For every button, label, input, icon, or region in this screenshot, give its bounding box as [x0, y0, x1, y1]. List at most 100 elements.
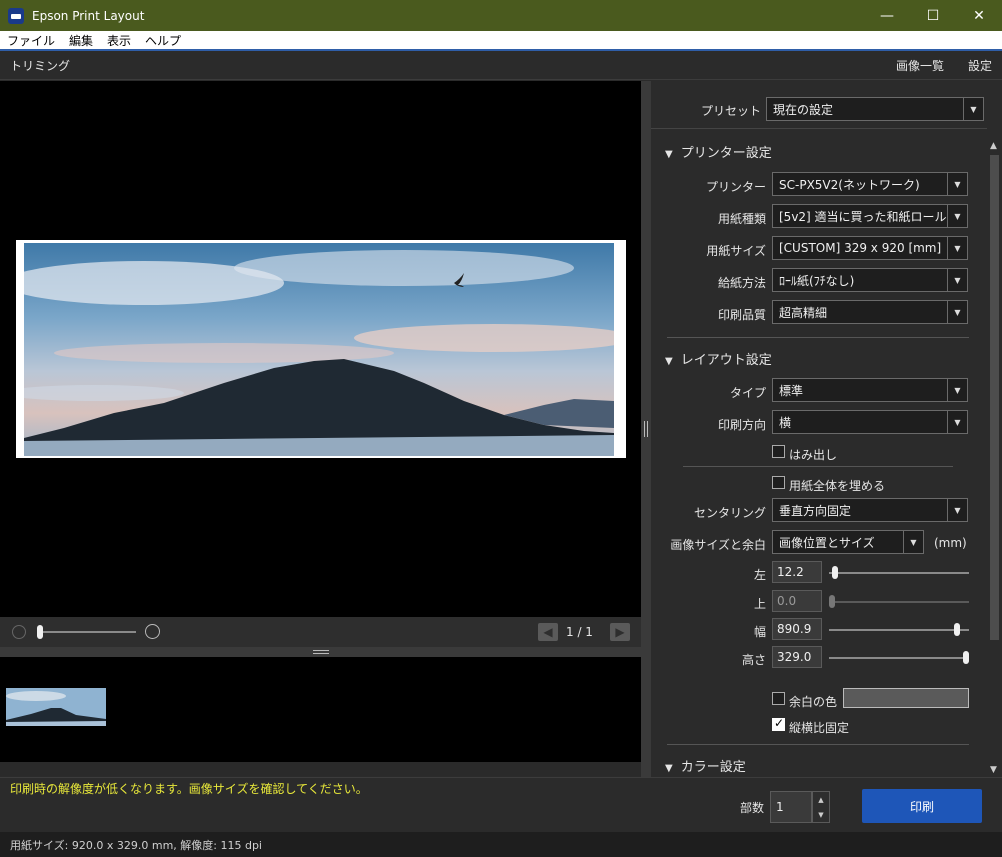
print-preview[interactable]	[0, 81, 641, 617]
printer-select[interactable]: SC-PX5V2(ネットワーク) ▼	[772, 172, 968, 196]
collapse-triangle-icon: ▼	[665, 356, 673, 367]
height-slider-track[interactable]	[829, 657, 969, 659]
minimize-button[interactable]: —	[864, 0, 910, 31]
chevron-down-icon: ▼	[947, 237, 967, 259]
zoom-out-icon[interactable]	[12, 625, 26, 639]
printer-app-icon	[8, 7, 24, 24]
print-button[interactable]: 印刷	[862, 789, 982, 823]
stepper-up-icon[interactable]: ▲	[813, 792, 829, 807]
copies-stepper[interactable]: ▲ ▼	[812, 791, 830, 823]
top-slider-knob	[829, 595, 835, 608]
resolution-warning: 印刷時の解像度が低くなります。画像サイズを確認してください。	[10, 782, 368, 796]
bottom-bar: 印刷時の解像度が低くなります。画像サイズを確認してください。 部数 1 ▲ ▼ …	[0, 777, 1002, 832]
orientation-select[interactable]: 横 ▼	[772, 410, 968, 434]
zoom-in-icon[interactable]	[145, 624, 160, 639]
copies-label: 部数	[740, 801, 765, 815]
preset-select[interactable]: 現在の設定 ▼	[766, 97, 984, 121]
paper-size-select[interactable]: [CUSTOM] 329 x 920 [mm] ▼	[772, 236, 968, 260]
grip-icon	[313, 650, 329, 654]
left-slider-knob[interactable]	[831, 566, 838, 579]
paper-feed-label: 給紙方法	[717, 276, 766, 290]
type-select[interactable]: 標準 ▼	[772, 378, 968, 402]
menu-edit[interactable]: 編集	[62, 32, 100, 49]
settings-button[interactable]: 設定	[968, 57, 992, 74]
collapse-triangle-icon: ▼	[665, 763, 673, 774]
unit-label: (mm)	[934, 536, 967, 550]
settings-panel: プリセット 現在の設定 ▼ ▼ プリンター設定 プリンター SC-PX5V2(ネット…	[651, 81, 987, 777]
type-label: タイプ	[729, 386, 766, 400]
close-button[interactable]: ✕	[956, 0, 1002, 31]
top-slider-track	[829, 601, 969, 603]
margin-color-checkbox[interactable]	[772, 692, 785, 705]
collapse-triangle-icon: ▼	[665, 149, 673, 160]
next-page-button[interactable]: ▶	[610, 623, 630, 641]
paper-size-label: 用紙サイズ	[706, 244, 766, 258]
centering-select[interactable]: 垂直方向固定 ▼	[772, 498, 968, 522]
zoom-bar: ◀ 1 / 1 ▶	[0, 617, 641, 647]
settings-scrollbar[interactable]: ▲ ▼	[987, 137, 1002, 777]
layout-section-header[interactable]: ▼ レイアウト設定	[665, 349, 772, 368]
chevron-down-icon: ▼	[947, 379, 967, 401]
image-list-button[interactable]: 画像一覧	[896, 57, 944, 74]
printer-label: プリンター	[705, 180, 766, 194]
top-label: 上	[753, 597, 766, 611]
top-input: 0.0	[772, 590, 822, 612]
left-input[interactable]: 12.2	[772, 561, 822, 583]
bleed-checkbox[interactable]	[772, 445, 785, 458]
fill-paper-label: 用紙全体を埋める	[789, 479, 886, 493]
vertical-splitter[interactable]	[641, 81, 651, 777]
print-quality-select[interactable]: 超高精細 ▼	[772, 300, 968, 324]
menu-view[interactable]: 表示	[100, 32, 138, 49]
bleed-label: はみ出し	[789, 448, 838, 462]
scrollbar-thumb[interactable]	[990, 155, 999, 640]
preset-label: プリセット	[700, 104, 761, 118]
height-input[interactable]: 329.0	[772, 646, 822, 668]
paper-feed-select[interactable]: ﾛｰﾙ紙(ﾌﾁなし) ▼	[772, 268, 968, 292]
copies-input[interactable]: 1	[770, 791, 812, 823]
maximize-button[interactable]: ☐	[910, 0, 956, 31]
chevron-down-icon: ▼	[947, 269, 967, 291]
page-indicator: 1 / 1	[566, 625, 593, 639]
stepper-down-icon[interactable]: ▼	[813, 807, 829, 822]
menu-file[interactable]: ファイル	[0, 32, 62, 49]
scroll-up-icon[interactable]: ▲	[990, 141, 997, 151]
width-label: 幅	[753, 625, 766, 639]
toolbar: トリミング 画像一覧 設定	[0, 52, 1002, 80]
width-slider-knob[interactable]	[953, 623, 960, 636]
paper-type-select[interactable]: [5v2] 適当に買った和紙ロール ▼	[772, 204, 968, 228]
zoom-slider-knob[interactable]	[37, 625, 43, 639]
trimming-button[interactable]: トリミング	[10, 57, 70, 74]
aspect-ratio-label: 縦横比固定	[789, 721, 850, 735]
grip-icon	[644, 421, 648, 437]
margin-color-label: 余白の色	[789, 695, 838, 709]
margin-color-swatch[interactable]	[843, 688, 969, 708]
chevron-down-icon: ▼	[947, 173, 967, 195]
height-slider-knob[interactable]	[963, 651, 969, 664]
menu-bar: ファイル 編集 表示 ヘルプ	[0, 31, 1002, 51]
scroll-down-icon[interactable]: ▼	[990, 765, 997, 775]
chevron-down-icon: ▼	[963, 98, 983, 120]
left-slider-track[interactable]	[829, 572, 969, 574]
panorama-photo[interactable]	[24, 243, 614, 456]
thumbnail-item[interactable]	[6, 688, 106, 726]
image-size-margin-label: 画像サイズと余白	[670, 538, 766, 552]
horizontal-splitter[interactable]	[0, 647, 641, 657]
previous-page-button[interactable]: ◀	[538, 623, 558, 641]
window-title: Epson Print Layout	[32, 8, 145, 23]
left-label: 左	[753, 568, 766, 582]
menu-help[interactable]: ヘルプ	[138, 32, 188, 49]
width-input[interactable]: 890.9	[772, 618, 822, 640]
color-section-header[interactable]: ▼ カラー設定	[665, 756, 746, 775]
zoom-slider-track[interactable]	[38, 631, 136, 633]
width-slider-track[interactable]	[829, 629, 969, 631]
printer-section-header[interactable]: ▼ プリンター設定	[665, 142, 772, 161]
fill-paper-checkbox[interactable]	[772, 476, 785, 489]
orientation-label: 印刷方向	[717, 418, 766, 432]
thumbnail-strip	[0, 657, 641, 762]
chevron-down-icon: ▼	[947, 205, 967, 227]
title-bar: Epson Print Layout — ☐ ✕	[0, 0, 1002, 31]
aspect-ratio-checkbox[interactable]	[772, 716, 785, 731]
chevron-down-icon: ▼	[903, 531, 923, 553]
image-size-margin-select[interactable]: 画像位置とサイズ ▼	[772, 530, 924, 554]
thumbnail-scrollbar[interactable]	[0, 762, 641, 776]
